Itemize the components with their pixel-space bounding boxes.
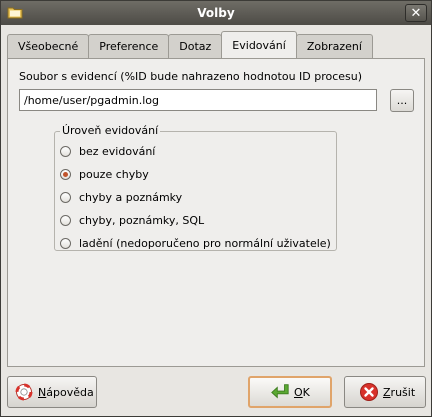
radio-button[interactable] (60, 215, 71, 226)
radio-option-errors-only[interactable]: pouze chyby (60, 168, 149, 181)
logfile-label: Soubor s evidencí (%ID bude nahrazeno ho… (19, 70, 363, 83)
logging-panel: Soubor s evidencí (%ID bude nahrazeno ho… (7, 58, 425, 367)
log-level-group: Úroveň evidování bez evidování pouze chy… (54, 124, 337, 251)
radio-button[interactable] (60, 238, 71, 249)
browse-button[interactable]: ... (390, 89, 414, 112)
tab-logging[interactable]: Evidování (221, 31, 297, 58)
ok-arrow-icon (270, 382, 290, 402)
logfile-input[interactable] (19, 89, 377, 111)
cancel-label: Zrušit (383, 385, 416, 399)
radio-option-none[interactable]: bez evidování (60, 145, 155, 158)
radio-option-errors-notices-sql[interactable]: chyby, poznámky, SQL (60, 214, 204, 227)
help-lifebuoy-icon (14, 382, 34, 402)
preferences-dialog: Volby ✕ Všeobecné Preference Dotaz Evido… (0, 0, 432, 417)
help-button[interactable]: Nápověda (7, 376, 97, 408)
window-title: Volby (197, 6, 235, 20)
radio-button[interactable] (60, 146, 71, 157)
ok-label: OK (294, 385, 310, 399)
cancel-button[interactable]: Zrušit (344, 376, 426, 408)
cancel-icon (359, 382, 379, 402)
tab-display[interactable]: Zobrazení (295, 34, 373, 58)
title-bar: Volby ✕ (1, 1, 431, 25)
tab-general[interactable]: Všeobecné (7, 34, 90, 58)
radio-label: ladění (nedoporučeno pro normální uživat… (79, 237, 331, 250)
ok-button[interactable]: OK (248, 376, 332, 408)
radio-option-debug[interactable]: ladění (nedoporučeno pro normální uživat… (60, 237, 331, 250)
radio-label: bez evidování (79, 145, 156, 158)
tab-bar: Všeobecné Preference Dotaz Evidování Zob… (7, 31, 373, 58)
radio-label: pouze chyby (79, 168, 149, 181)
tab-query[interactable]: Dotaz (168, 34, 223, 58)
radio-label: chyby a poznámky (79, 191, 183, 204)
close-icon: ✕ (410, 5, 422, 21)
radio-option-errors-notices[interactable]: chyby a poznámky (60, 191, 182, 204)
close-button[interactable]: ✕ (405, 4, 427, 22)
help-label: Nápověda (38, 385, 94, 399)
log-level-title: Úroveň evidování (60, 124, 161, 137)
radio-button[interactable] (60, 192, 71, 203)
radio-label: chyby, poznámky, SQL (79, 214, 205, 227)
radio-button-selected[interactable] (60, 169, 71, 180)
folder-icon (7, 7, 23, 19)
tab-preferences[interactable]: Preference (88, 34, 170, 58)
